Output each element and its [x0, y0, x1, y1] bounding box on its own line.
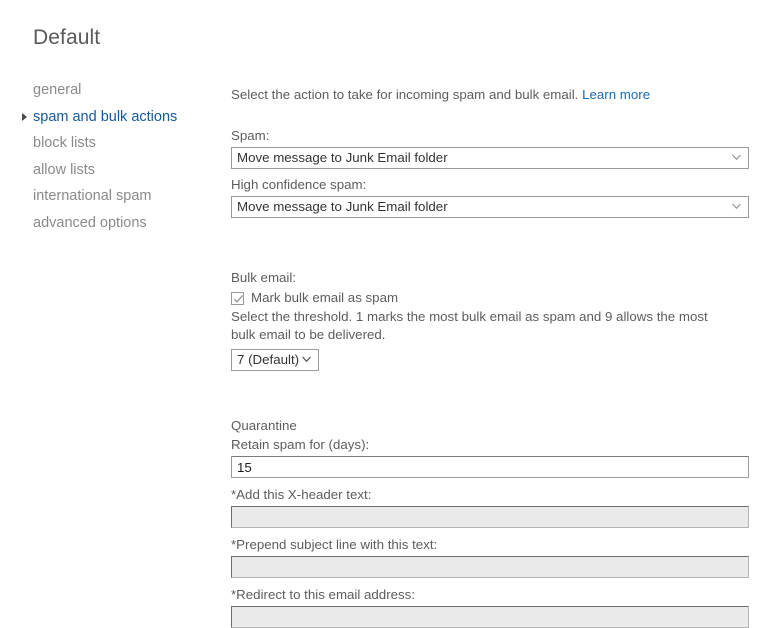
sidebar-item-label: advanced options: [33, 215, 147, 231]
section-spacer: [231, 224, 753, 268]
prepend-subject-line-input: [231, 556, 749, 578]
settings-panel: Select the action to take for incoming s…: [231, 86, 753, 628]
sidebar-item-label: spam and bulk actions: [33, 109, 177, 125]
intro-description: Select the action to take for incoming s…: [231, 87, 578, 102]
sidebar-item-spam-and-bulk-actions[interactable]: spam and bulk actions: [20, 104, 215, 131]
mark-bulk-email-as-spam-checkbox[interactable]: [231, 292, 244, 305]
mark-bulk-email-as-spam-label: Mark bulk email as spam: [251, 289, 398, 307]
spam-action-value: Move message to Junk Email folder: [237, 150, 448, 165]
mark-bulk-email-as-spam-row[interactable]: Mark bulk email as spam: [231, 289, 753, 307]
sidebar-item-label: allow lists: [33, 162, 95, 178]
sidebar-item-general[interactable]: general: [20, 77, 215, 104]
redirect-email-address-input: [231, 606, 749, 628]
spam-label: Spam:: [231, 126, 753, 145]
chevron-down-icon: [732, 202, 741, 211]
bulk-email-label: Bulk email:: [231, 268, 753, 287]
sidebar-item-label: international spam: [33, 188, 152, 204]
chevron-down-icon: [302, 355, 311, 364]
sidebar-item-international-spam[interactable]: international spam: [20, 183, 215, 210]
field-spacer: [231, 478, 753, 485]
sidebar-nav: general spam and bulk actions block list…: [20, 77, 215, 236]
sidebar-item-allow-lists[interactable]: allow lists: [20, 157, 215, 184]
spam-action-select[interactable]: Move message to Junk Email folder: [231, 147, 749, 169]
bulk-threshold-helper-text: Select the threshold. 1 marks the most b…: [231, 308, 731, 344]
prepend-subject-line-label: *Prepend subject line with this text:: [231, 535, 753, 554]
sidebar-item-advanced-options[interactable]: advanced options: [20, 210, 215, 237]
high-confidence-spam-action-select[interactable]: Move message to Junk Email folder: [231, 196, 749, 218]
bulk-threshold-select[interactable]: 7 (Default): [231, 349, 319, 371]
sidebar-item-label: block lists: [33, 135, 96, 151]
field-spacer: [231, 578, 753, 585]
intro-text: Select the action to take for incoming s…: [231, 86, 753, 104]
field-spacer: [231, 528, 753, 535]
caret-icon: [22, 113, 27, 121]
sidebar-item-label: general: [33, 82, 81, 98]
high-confidence-spam-action-value: Move message to Junk Email folder: [237, 199, 448, 214]
page-title: Default: [33, 26, 100, 50]
bulk-threshold-value: 7 (Default): [237, 352, 299, 367]
section-spacer: [231, 376, 753, 416]
redirect-email-address-label: *Redirect to this email address:: [231, 585, 753, 604]
chevron-down-icon: [732, 153, 741, 162]
quarantine-section-title: Quarantine: [231, 416, 753, 435]
retain-spam-days-input[interactable]: [231, 456, 749, 478]
add-x-header-text-label: *Add this X-header text:: [231, 485, 753, 504]
high-confidence-spam-label: High confidence spam:: [231, 175, 753, 194]
add-x-header-text-input: [231, 506, 749, 528]
retain-spam-days-label: Retain spam for (days):: [231, 435, 753, 454]
learn-more-link[interactable]: Learn more: [582, 87, 650, 102]
sidebar-item-block-lists[interactable]: block lists: [20, 130, 215, 157]
